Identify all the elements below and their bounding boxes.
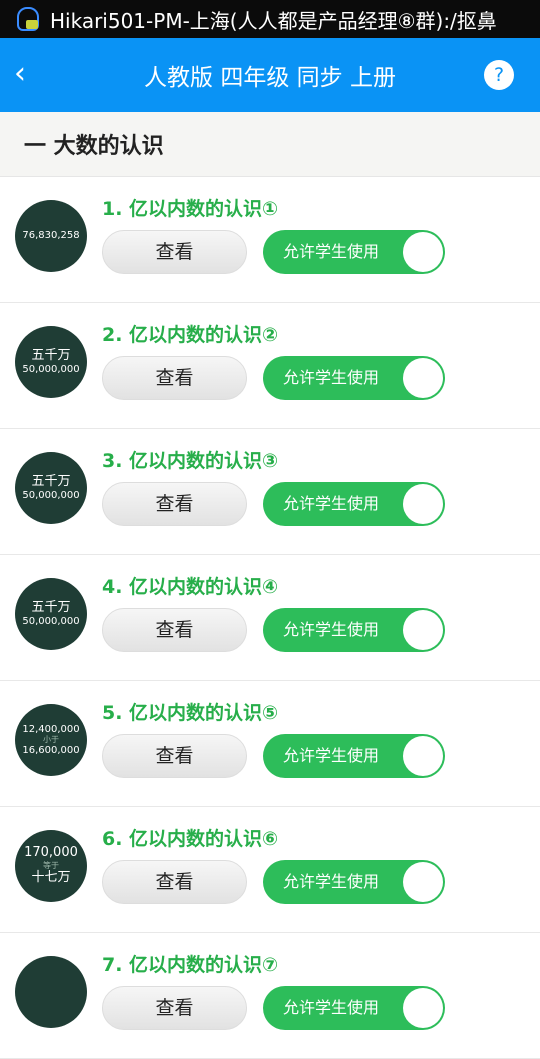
lesson-title[interactable]: 3. 亿以内数的认识③ bbox=[102, 446, 278, 473]
lesson-row: 76,830,258 1. 亿以内数的认识① 查看 允许学生使用 bbox=[0, 177, 540, 303]
lesson-row: 170,000 等于 十七万 6. 亿以内数的认识⑥ 查看 允许学生使用 bbox=[0, 807, 540, 933]
allow-students-toggle[interactable]: 允许学生使用 bbox=[263, 734, 445, 778]
notification-text: Hikari501-PM-上海(人人都是产品经理⑧群):/抠鼻 bbox=[50, 8, 497, 33]
thumbnail-text: 12,400,000 bbox=[22, 723, 80, 735]
view-button[interactable]: 查看 bbox=[102, 986, 247, 1030]
toggle-knob bbox=[403, 610, 443, 650]
allow-students-toggle[interactable]: 允许学生使用 bbox=[263, 356, 445, 400]
lesson-row: 12,400,000 小于 16,600,000 5. 亿以内数的认识⑤ 查看 允许… bbox=[0, 681, 540, 807]
back-icon[interactable]: ‹ bbox=[14, 56, 26, 91]
toggle-knob bbox=[403, 736, 443, 776]
view-button[interactable]: 查看 bbox=[102, 860, 247, 904]
toggle-label: 允许学生使用 bbox=[283, 746, 380, 765]
toggle-knob bbox=[403, 232, 443, 272]
thumbnail-text: 170,000 bbox=[24, 845, 78, 861]
thumbnail-text: 十七万 bbox=[31, 869, 71, 885]
allow-students-toggle[interactable]: 允许学生使用 bbox=[263, 230, 445, 274]
allow-students-toggle[interactable]: 允许学生使用 bbox=[263, 860, 445, 904]
lesson-title[interactable]: 2. 亿以内数的认识② bbox=[102, 320, 278, 347]
lesson-title[interactable]: 4. 亿以内数的认识④ bbox=[102, 572, 278, 599]
lesson-thumbnail: 12,400,000 小于 16,600,000 bbox=[15, 704, 87, 776]
view-button[interactable]: 查看 bbox=[102, 230, 247, 274]
lesson-title[interactable]: 7. 亿以内数的认识⑦ bbox=[102, 950, 278, 977]
nav-bar: ‹ 人教版 四年级 同步 上册 ? bbox=[0, 38, 540, 112]
toggle-knob bbox=[403, 988, 443, 1028]
lesson-thumbnail: 五千万 50,000,000 bbox=[15, 452, 87, 524]
thumbnail-text: 五千万 bbox=[31, 347, 71, 363]
lesson-thumbnail: 170,000 等于 十七万 bbox=[15, 830, 87, 902]
thumbnail-text: 50,000,000 bbox=[22, 489, 80, 501]
section-header: 一 大数的认识 bbox=[0, 112, 540, 177]
thumbnail-text: 小于 bbox=[43, 735, 59, 745]
toggle-knob bbox=[403, 484, 443, 524]
lesson-title[interactable]: 6. 亿以内数的认识⑥ bbox=[102, 824, 278, 851]
toggle-label: 允许学生使用 bbox=[283, 620, 380, 639]
thumbnail-text: 50,000,000 bbox=[22, 615, 80, 627]
thumbnail-text: 76,830,258 bbox=[22, 230, 80, 242]
lesson-row: 五千万 50,000,000 2. 亿以内数的认识② 查看 允许学生使用 bbox=[0, 303, 540, 429]
lesson-thumbnail: 76,830,258 bbox=[15, 200, 87, 272]
thumbnail-text: 五千万 bbox=[31, 473, 71, 489]
toggle-label: 允许学生使用 bbox=[283, 872, 380, 891]
lesson-title[interactable]: 5. 亿以内数的认识⑤ bbox=[102, 698, 278, 725]
toggle-knob bbox=[403, 862, 443, 902]
toggle-label: 允许学生使用 bbox=[283, 368, 380, 387]
lesson-row: 7. 亿以内数的认识⑦ 查看 允许学生使用 bbox=[0, 933, 540, 1059]
allow-students-toggle[interactable]: 允许学生使用 bbox=[263, 986, 445, 1030]
thumbnail-text: 50,000,000 bbox=[22, 363, 80, 375]
qq-icon bbox=[14, 6, 40, 32]
view-button[interactable]: 查看 bbox=[102, 608, 247, 652]
allow-students-toggle[interactable]: 允许学生使用 bbox=[263, 608, 445, 652]
view-button[interactable]: 查看 bbox=[102, 734, 247, 778]
status-bar: Hikari501-PM-上海(人人都是产品经理⑧群):/抠鼻 bbox=[0, 0, 540, 38]
view-button[interactable]: 查看 bbox=[102, 482, 247, 526]
toggle-label: 允许学生使用 bbox=[283, 242, 380, 261]
lesson-list: 76,830,258 1. 亿以内数的认识① 查看 允许学生使用 五千万 50,0… bbox=[0, 177, 540, 1059]
thumbnail-text: 五千万 bbox=[31, 599, 71, 615]
view-button[interactable]: 查看 bbox=[102, 356, 247, 400]
lesson-thumbnail: 五千万 50,000,000 bbox=[15, 326, 87, 398]
lesson-title[interactable]: 1. 亿以内数的认识① bbox=[102, 194, 278, 221]
toggle-knob bbox=[403, 358, 443, 398]
page-title: 人教版 四年级 同步 上册 bbox=[144, 65, 396, 91]
lesson-thumbnail bbox=[15, 956, 87, 1028]
lesson-row: 五千万 50,000,000 3. 亿以内数的认识③ 查看 允许学生使用 bbox=[0, 429, 540, 555]
lesson-row: 五千万 50,000,000 4. 亿以内数的认识④ 查看 允许学生使用 bbox=[0, 555, 540, 681]
allow-students-toggle[interactable]: 允许学生使用 bbox=[263, 482, 445, 526]
toggle-label: 允许学生使用 bbox=[283, 998, 380, 1017]
lesson-thumbnail: 五千万 50,000,000 bbox=[15, 578, 87, 650]
toggle-label: 允许学生使用 bbox=[283, 494, 380, 513]
help-icon[interactable]: ? bbox=[484, 60, 514, 90]
thumbnail-text: 16,600,000 bbox=[22, 744, 80, 756]
